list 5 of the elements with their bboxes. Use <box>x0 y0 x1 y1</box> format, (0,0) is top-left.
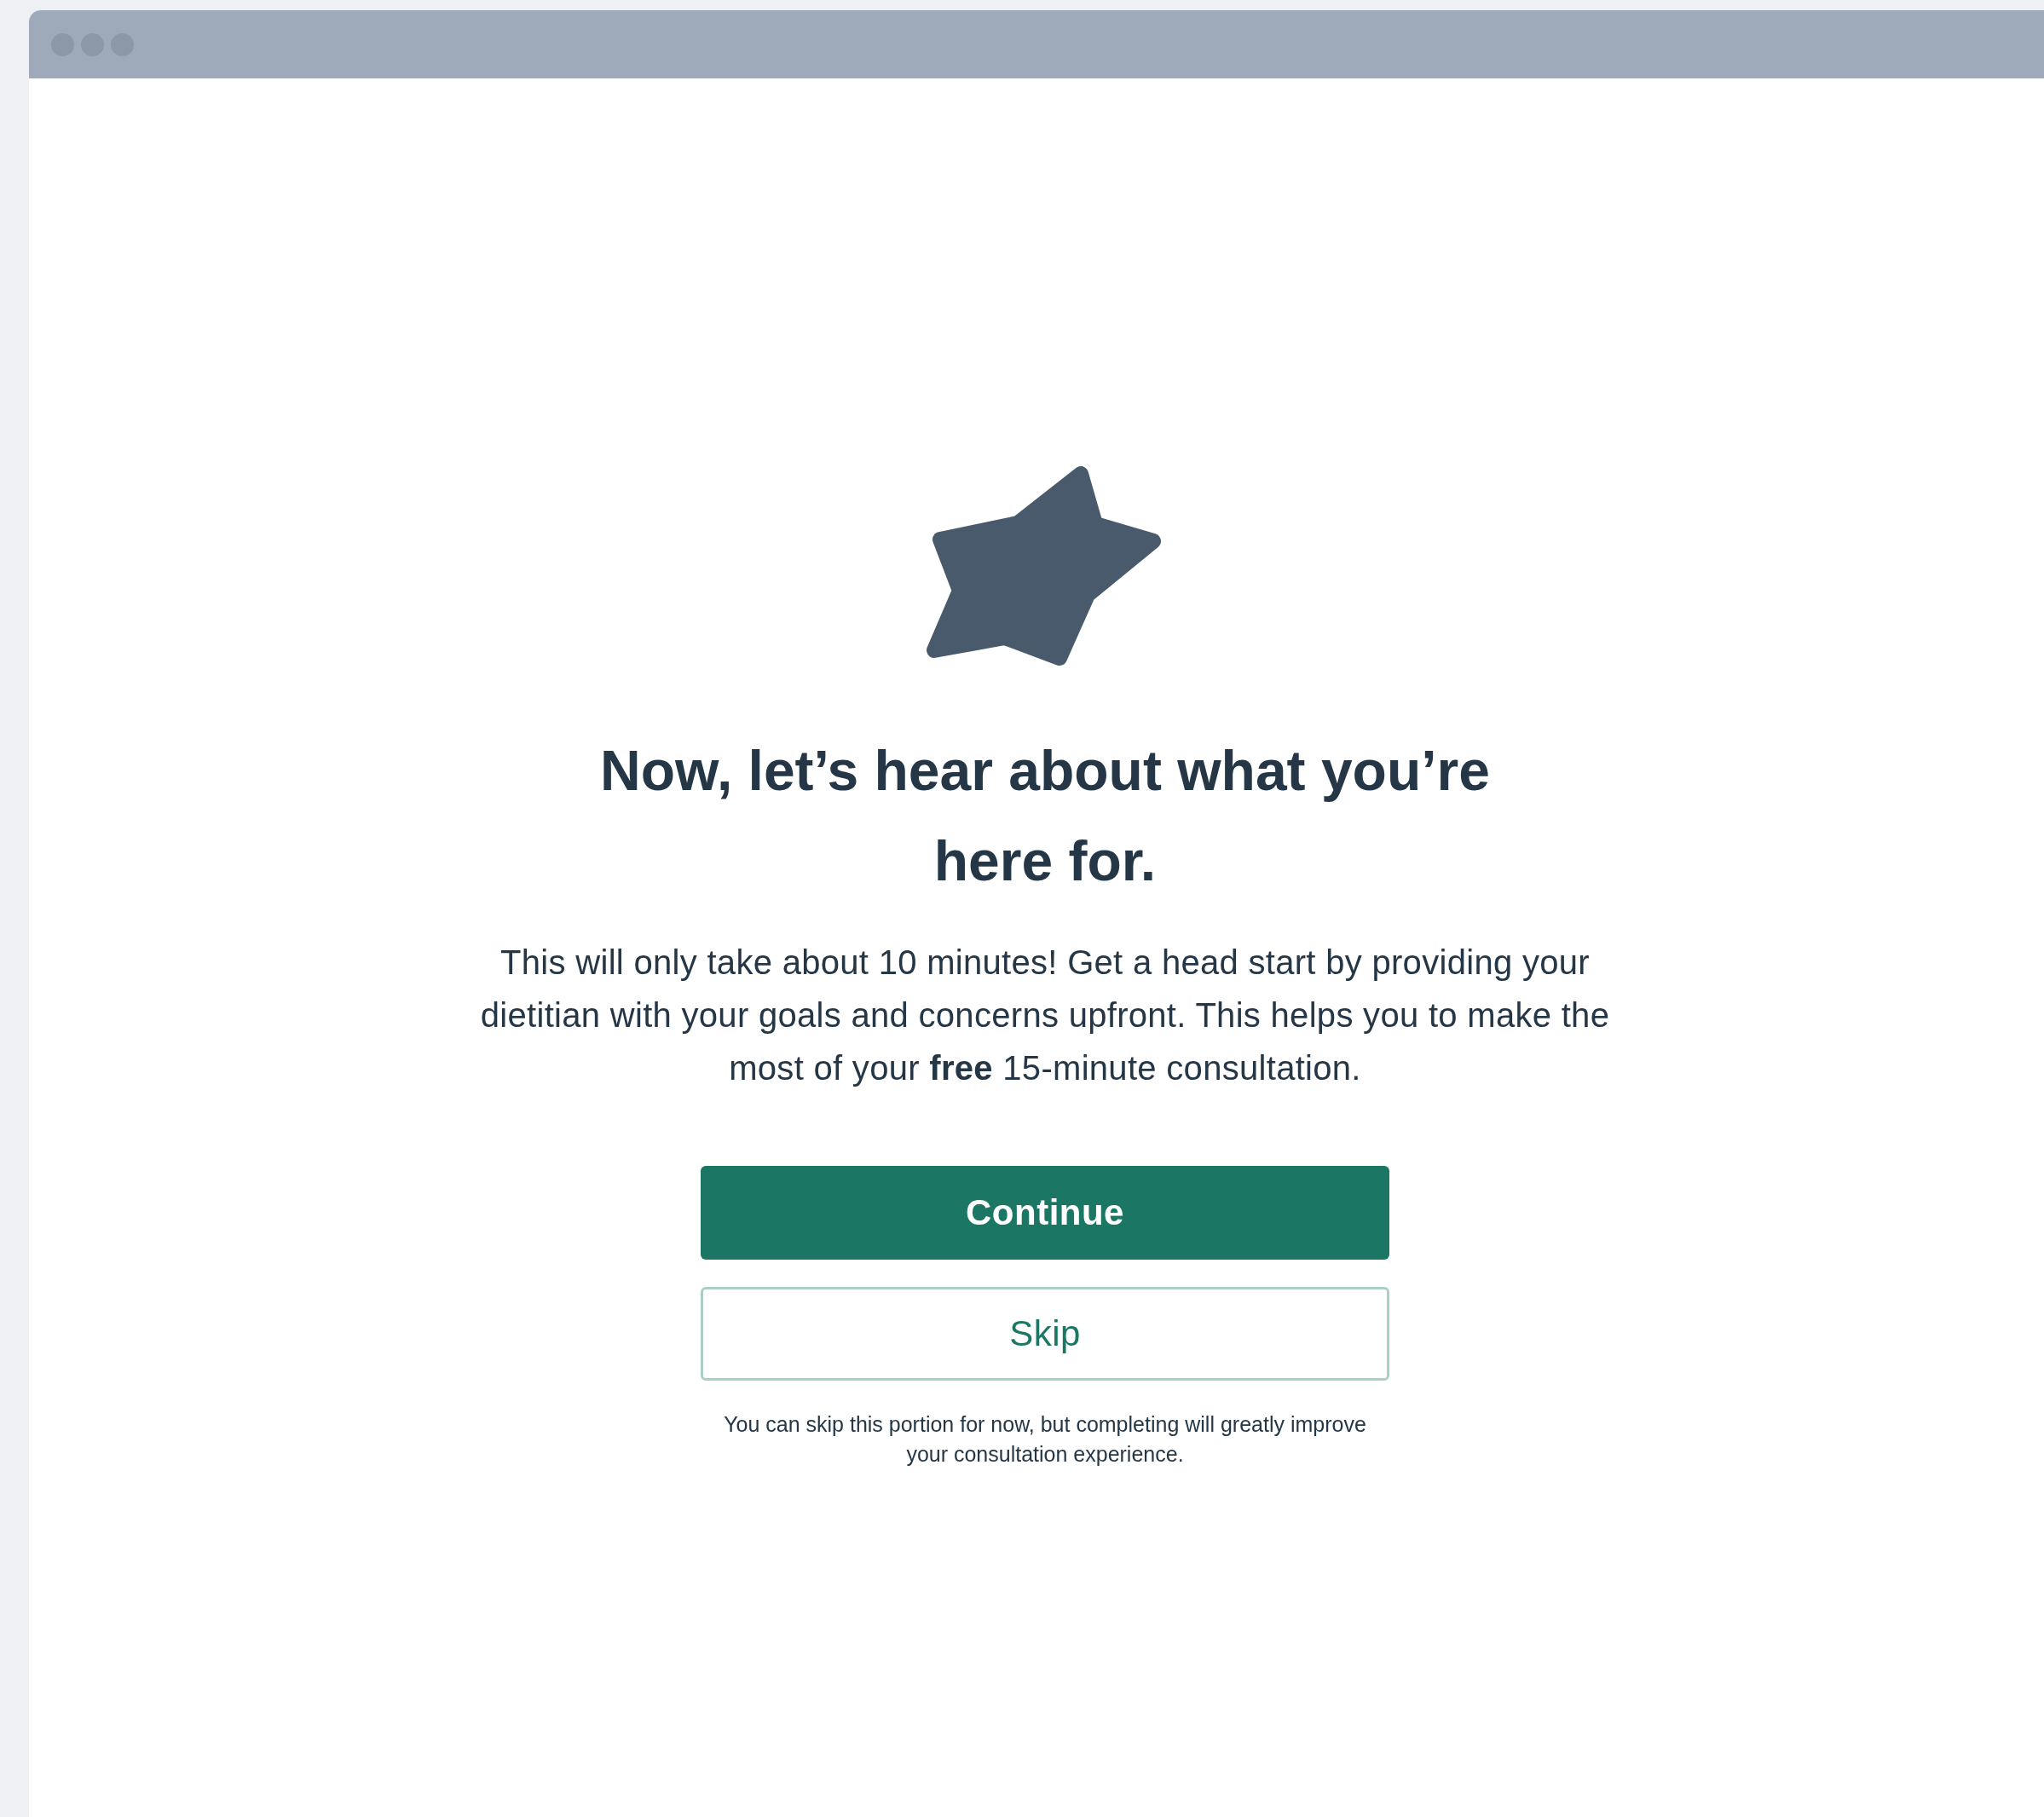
intro-text: This will only take about 10 minutes! Get a head start by providing your dietitian with your goals and concerns upfront. This helps you to make the most of your free 15-minute consultation. <box>479 943 1611 1088</box>
skip-button[interactable]: Skip <box>701 1287 1389 1381</box>
skip-note: You can skip this portion for now, but completing will greatly improve your consultation experience. <box>723 1411 1367 1468</box>
continue-button[interactable]: Continue <box>701 1166 1389 1260</box>
page-heading: Now, let’s hear about what you’re here for. <box>599 738 1491 894</box>
